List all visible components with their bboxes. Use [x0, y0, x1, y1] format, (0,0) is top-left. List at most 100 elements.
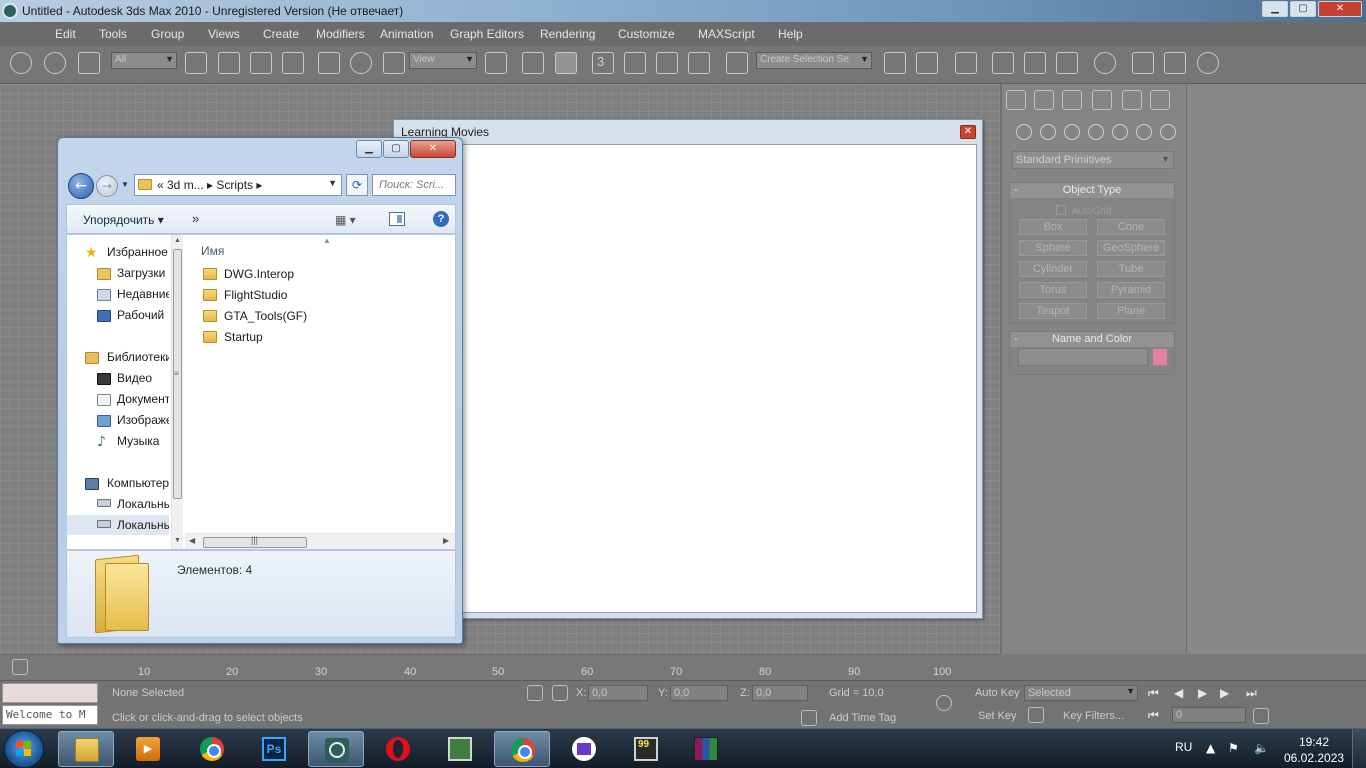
search-input[interactable]: Поиск: Scri...	[372, 174, 456, 196]
next-frame-icon[interactable]: ▶	[1220, 686, 1229, 700]
show-desktop-button[interactable]	[1352, 729, 1366, 768]
edit-named-selection-icon[interactable]	[726, 52, 748, 74]
time-configuration-icon[interactable]	[1253, 708, 1269, 724]
select-by-name-icon[interactable]	[218, 52, 240, 74]
nav-item-favorites[interactable]: Избранное	[107, 245, 168, 259]
object-type-header[interactable]: - Object Type	[1010, 183, 1174, 198]
cylinder-button[interactable]: Cylinder	[1019, 261, 1087, 277]
recent-pages-icon[interactable]: ▼	[121, 180, 129, 189]
space-warps-icon[interactable]	[1136, 124, 1152, 140]
go-to-end-icon[interactable]: ⏭	[1246, 686, 1257, 701]
menu-maxscript[interactable]: MAXScript	[698, 27, 755, 41]
key-mode-dropdown[interactable]: Selected ▼	[1024, 685, 1138, 701]
start-button[interactable]	[4, 730, 44, 768]
rectangular-selection-icon[interactable]	[250, 52, 272, 74]
render-production-teapot-icon[interactable]	[1197, 52, 1219, 74]
utilities-tab-icon[interactable]	[1150, 90, 1170, 110]
volume-icon[interactable]: 🔈	[1254, 741, 1269, 755]
mini-curve-editor-icon[interactable]	[12, 659, 28, 675]
align-icon[interactable]	[916, 52, 938, 74]
nav-item-local-disk-c[interactable]: Локальный	[117, 497, 169, 511]
window-crossing-icon[interactable]	[282, 52, 304, 74]
pyramid-button[interactable]: Pyramid	[1097, 282, 1165, 298]
use-pivot-center-icon[interactable]	[485, 52, 507, 74]
teapot-button[interactable]: Teapot	[1019, 303, 1087, 319]
lock-icon[interactable]	[527, 685, 543, 701]
navigation-scrollbar[interactable]: ▲ ≡ ▼	[171, 235, 183, 549]
chevron-down-icon[interactable]: ▼	[328, 178, 337, 188]
time-tag-icon[interactable]	[801, 710, 817, 726]
select-and-rotate-icon[interactable]	[350, 52, 372, 74]
taskbar-app-99[interactable]: 99	[618, 731, 674, 767]
key-icon[interactable]	[936, 695, 952, 711]
3ds-max-app-icon[interactable]	[2, 3, 18, 19]
taskbar-media-player[interactable]: ▶	[120, 731, 176, 767]
torus-button[interactable]: Torus	[1019, 282, 1087, 298]
display-tab-icon[interactable]	[1122, 90, 1142, 110]
y-coordinate-field[interactable]: 0,0	[670, 685, 728, 701]
select-object-icon[interactable]	[185, 52, 207, 74]
autogrid-checkbox[interactable]: AutoGrid	[1056, 205, 1111, 217]
learning-close-button[interactable]: ✕	[960, 125, 976, 139]
bind-to-space-warp-icon[interactable]	[78, 52, 100, 74]
taskbar-winrar[interactable]	[678, 731, 734, 767]
max-maximize-button[interactable]: ▢	[1290, 1, 1316, 17]
play-icon[interactable]: ▶	[1198, 686, 1207, 700]
material-editor-icon[interactable]	[1094, 52, 1116, 74]
horizontal-scrollbar[interactable]: ◀ ||| ▶	[185, 533, 455, 549]
explorer-minimize-button[interactable]: ▁	[356, 140, 382, 158]
geometry-icon[interactable]	[1016, 124, 1032, 140]
change-view-button[interactable]: ▦ ▾	[335, 213, 356, 227]
schematic-view-icon[interactable]	[1056, 52, 1078, 74]
explorer-maximize-button[interactable]: ▢	[383, 140, 409, 158]
snaps-toggle-icon[interactable]: 3	[592, 52, 614, 74]
menu-create[interactable]: Create	[263, 27, 299, 41]
keyboard-shortcut-override-icon[interactable]	[555, 52, 577, 74]
go-to-start-icon[interactable]: ⏮	[1148, 686, 1159, 701]
menu-customize[interactable]: Customize	[618, 27, 675, 41]
nav-item-recent[interactable]: Недавние	[117, 287, 169, 301]
nav-item-computer[interactable]: Компьютер	[107, 476, 169, 490]
tube-button[interactable]: Tube	[1097, 261, 1165, 277]
previous-frame-icon[interactable]: ◀	[1174, 686, 1183, 700]
add-time-tag[interactable]: Add Time Tag	[829, 712, 896, 724]
preview-pane-icon[interactable]	[389, 212, 405, 226]
nav-item-documents[interactable]: Документы	[117, 392, 169, 406]
taskbar-system-monitor[interactable]	[432, 731, 488, 767]
language-indicator[interactable]: RU	[1175, 740, 1192, 754]
back-arrow-icon[interactable]: ←	[68, 173, 94, 199]
motion-tab-icon[interactable]	[1092, 90, 1112, 110]
modify-tab-icon[interactable]	[1034, 90, 1054, 110]
current-frame-field[interactable]: 0	[1172, 707, 1246, 723]
action-center-flag-icon[interactable]: ⚑	[1228, 741, 1239, 755]
menu-views[interactable]: Views	[208, 27, 240, 41]
refresh-icon[interactable]: ⟳	[346, 174, 368, 196]
maxscript-listener-output[interactable]	[2, 683, 98, 703]
max-close-button[interactable]: ✕	[1318, 1, 1362, 17]
cameras-icon[interactable]	[1088, 124, 1104, 140]
nav-item-music[interactable]: Музыка	[117, 434, 159, 448]
lights-icon[interactable]	[1064, 124, 1080, 140]
more-commands-button[interactable]: »	[192, 211, 199, 226]
name-and-color-header[interactable]: - Name and Color	[1010, 332, 1174, 347]
explorer-close-button[interactable]: ✕	[410, 140, 456, 158]
mirror-icon[interactable]	[884, 52, 906, 74]
nav-item-local-disk-d[interactable]: Локальный	[117, 518, 169, 532]
taskbar-chrome-profile[interactable]	[494, 731, 550, 767]
organize-button[interactable]: Упорядочить ▾	[83, 213, 164, 227]
help-icon[interactable]: ?	[433, 211, 449, 227]
taskbar-home-app[interactable]	[556, 731, 612, 767]
scroll-right-icon[interactable]: ▶	[443, 536, 449, 545]
nav-item-video[interactable]: Видео	[117, 371, 152, 385]
menu-group[interactable]: Group	[151, 27, 184, 41]
layer-manager-icon[interactable]	[955, 52, 977, 74]
create-tab-icon[interactable]	[1006, 90, 1026, 110]
object-color-swatch[interactable]	[1152, 348, 1168, 366]
object-name-field[interactable]	[1018, 348, 1148, 366]
address-bar[interactable]: « 3d m... ▸ Scripts ▸ ▼	[134, 174, 342, 196]
primitive-category-dropdown[interactable]: Standard Primitives ▼	[1012, 151, 1174, 169]
auto-key-button[interactable]: Auto Key	[975, 687, 1020, 699]
menu-help[interactable]: Help	[778, 27, 803, 41]
scroll-down-icon[interactable]: ▼	[174, 537, 181, 544]
menu-edit[interactable]: Edit	[55, 27, 76, 41]
